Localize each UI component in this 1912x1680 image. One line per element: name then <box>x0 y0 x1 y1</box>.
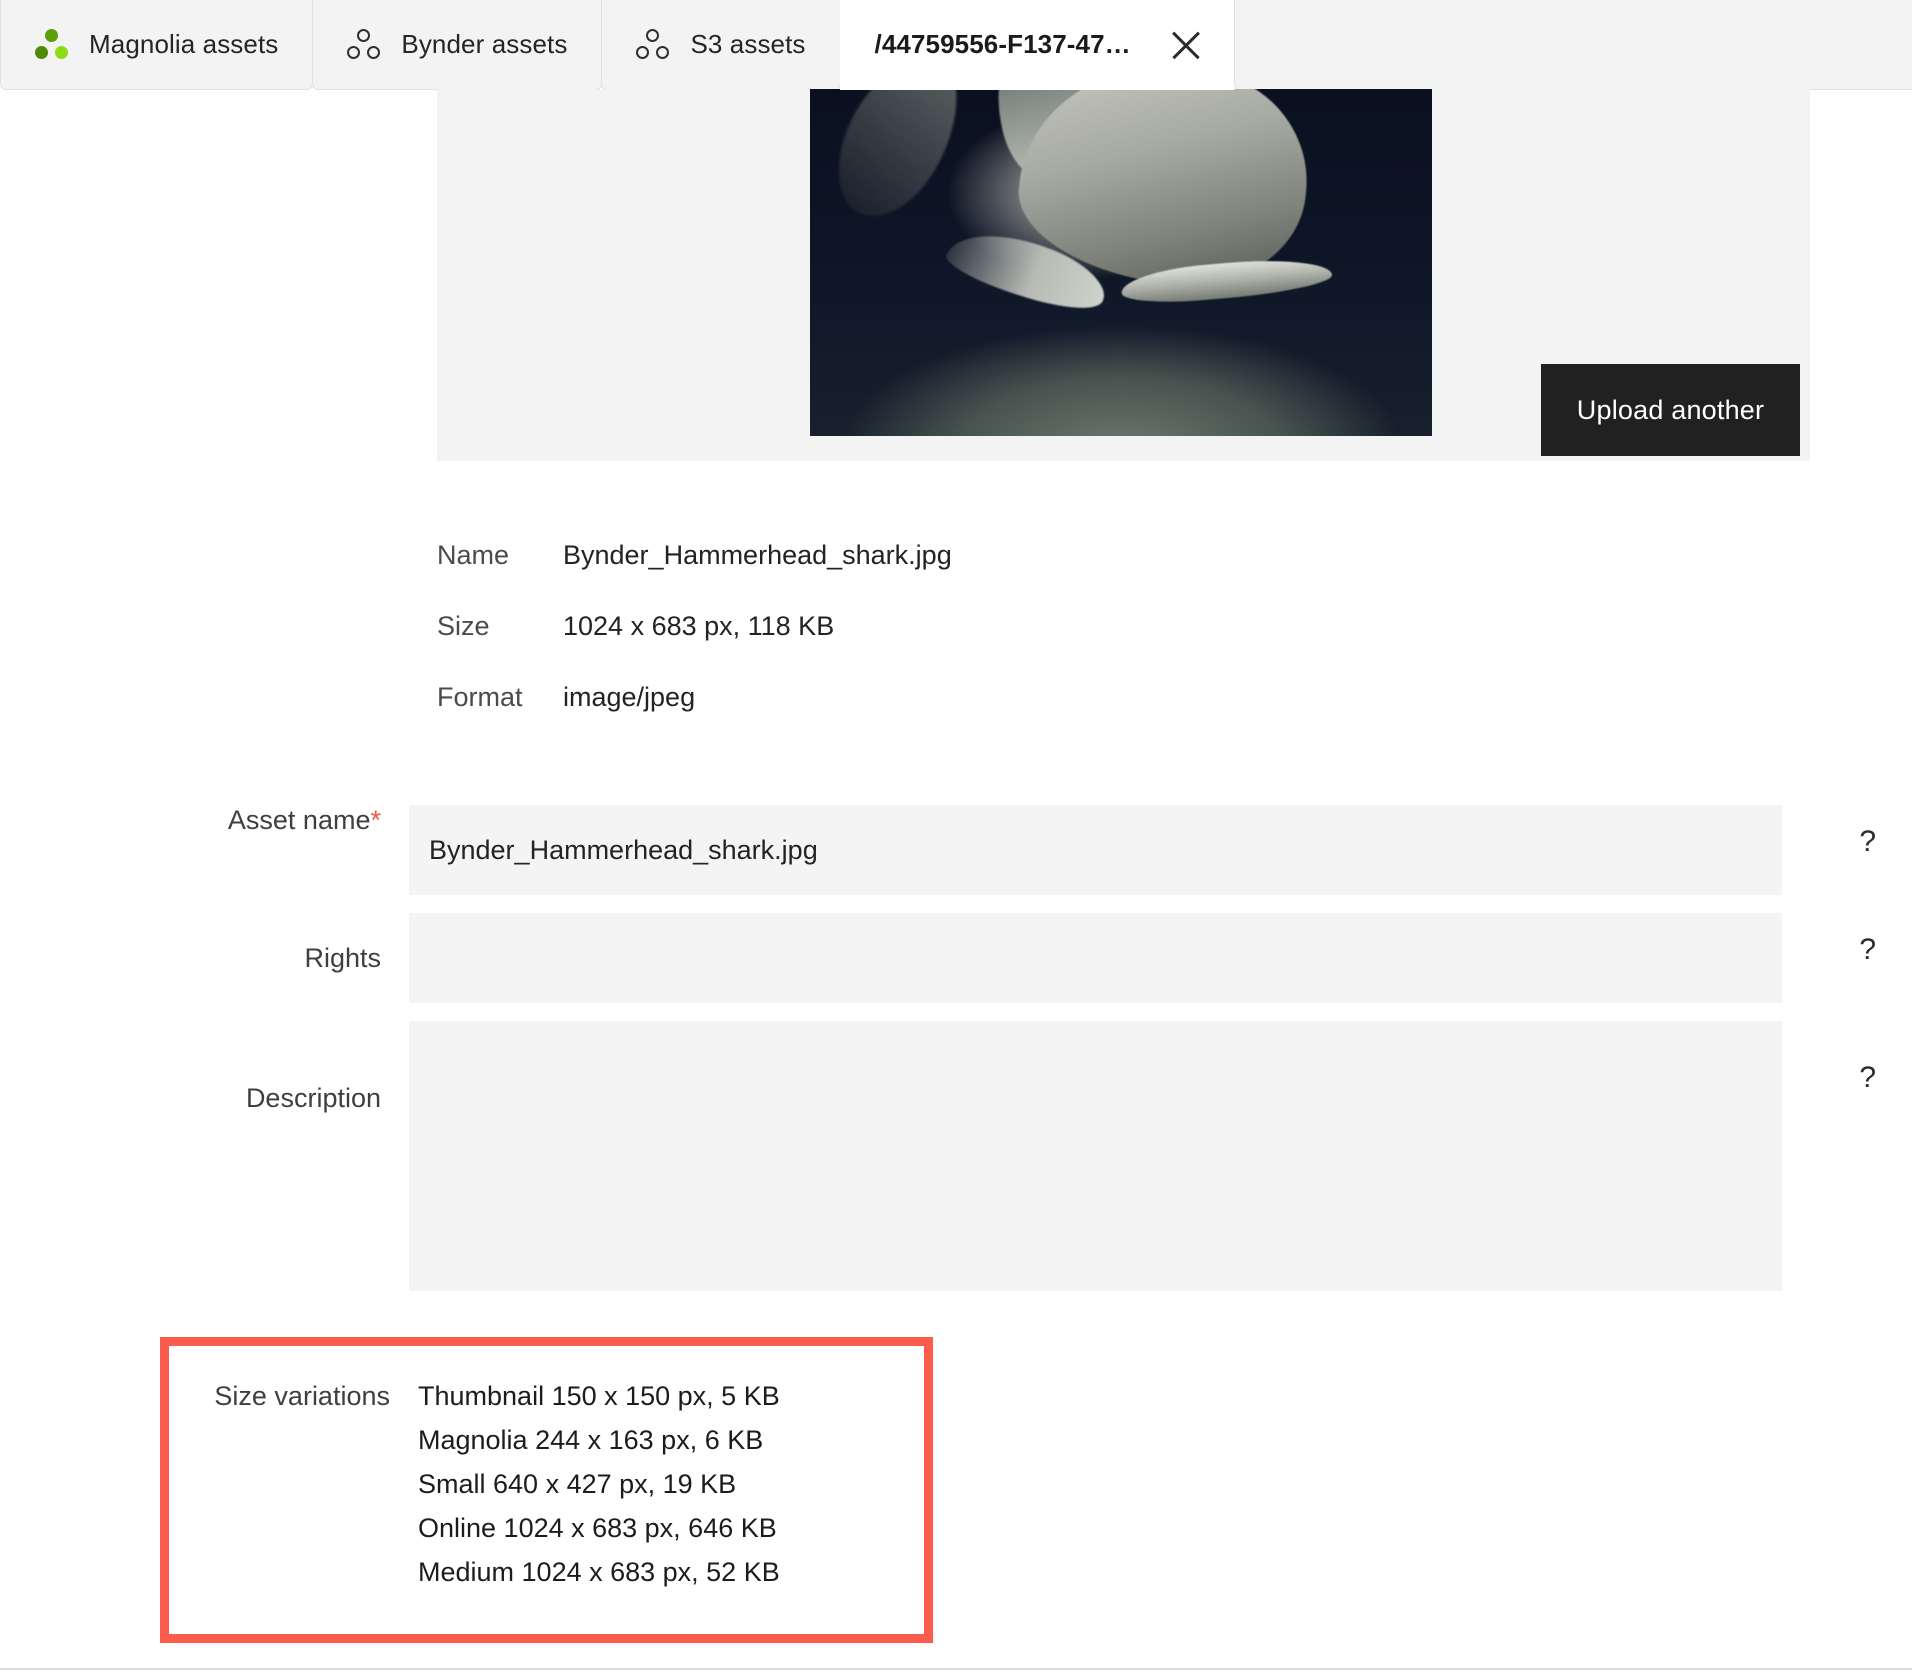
list-item: Magnolia 244 x 163 px, 6 KB <box>418 1425 764 1455</box>
asset-name-label: Asset name* <box>0 805 409 836</box>
metadata-key: Name <box>437 540 510 570</box>
list-item: Online 1024 x 683 px, 646 KB <box>418 1513 777 1543</box>
help-icon[interactable]: ? <box>1859 1063 1876 1093</box>
metadata-key: Format <box>437 682 523 712</box>
description-textarea[interactable] <box>409 1021 1782 1291</box>
rights-label: Rights <box>304 943 381 973</box>
shark-tail-shape <box>824 89 971 233</box>
magnolia-dots-icon <box>35 28 69 61</box>
field-description: Description ? <box>0 1021 1912 1291</box>
tab-asset-detail[interactable]: /44759556-F137-47… <box>839 0 1234 90</box>
upload-another-button[interactable]: Upload another <box>1541 364 1800 456</box>
list-item: Small 640 x 427 px, 19 KB <box>418 1469 737 1499</box>
required-marker: * <box>370 805 381 835</box>
tab-s3-assets[interactable]: S3 assets <box>601 0 841 90</box>
asset-form: Asset name* ? Rights ? Description ? <box>0 805 1912 1291</box>
asset-name-label-text: Asset name <box>227 805 371 835</box>
tab-label: Magnolia assets <box>89 29 279 59</box>
three-circles-outline-icon <box>636 28 670 61</box>
tab-label: S3 assets <box>690 29 806 59</box>
rights-input[interactable] <box>409 913 1782 1003</box>
tab-bar-filler <box>1233 0 1912 90</box>
tab-label: Bynder assets <box>401 29 568 59</box>
list-item: Medium 1024 x 683 px, 52 KB <box>418 1557 780 1587</box>
list-item: Thumbnail 150 x 150 px, 5 KB <box>418 1381 780 1411</box>
asset-preview-image <box>810 89 1432 436</box>
metadata-row-format: Format image/jpeg <box>437 682 1337 713</box>
three-circles-outline-icon <box>347 28 381 61</box>
size-variations-field: Size variations Thumbnail 150 x 150 px, … <box>169 1346 780 1588</box>
asset-metadata-list: Name Bynder_Hammerhead_shark.jpg Size 10… <box>437 540 1337 753</box>
field-asset-name: Asset name* ? <box>0 805 1912 895</box>
metadata-value: Bynder_Hammerhead_shark.jpg <box>563 540 952 570</box>
metadata-value: image/jpeg <box>563 682 696 712</box>
tab-magnolia-assets[interactable]: Magnolia assets <box>0 0 314 90</box>
page-bottom-divider <box>0 1668 1912 1670</box>
tab-bynder-assets[interactable]: Bynder assets <box>312 0 603 90</box>
metadata-value: 1024 x 683 px, 118 KB <box>563 611 835 641</box>
metadata-row-size: Size 1024 x 683 px, 118 KB <box>437 611 1337 642</box>
size-variations-label: Size variations <box>214 1381 390 1411</box>
metadata-key: Size <box>437 611 490 641</box>
asset-name-input[interactable] <box>409 805 1782 895</box>
size-variations-list: Thumbnail 150 x 150 px, 5 KB Magnolia 24… <box>418 1381 780 1588</box>
help-icon[interactable]: ? <box>1859 935 1876 965</box>
size-variations-highlight-box: Size variations Thumbnail 150 x 150 px, … <box>160 1337 933 1643</box>
close-icon[interactable] <box>1165 24 1207 66</box>
field-rights: Rights ? <box>0 913 1912 1003</box>
description-label: Description <box>245 1083 381 1113</box>
help-icon[interactable]: ? <box>1859 827 1876 857</box>
metadata-row-name: Name Bynder_Hammerhead_shark.jpg <box>437 540 1337 571</box>
tab-bar: Magnolia assets Bynder assets S3 assets … <box>0 0 1912 90</box>
tab-label: /44759556-F137-47… <box>874 29 1131 59</box>
